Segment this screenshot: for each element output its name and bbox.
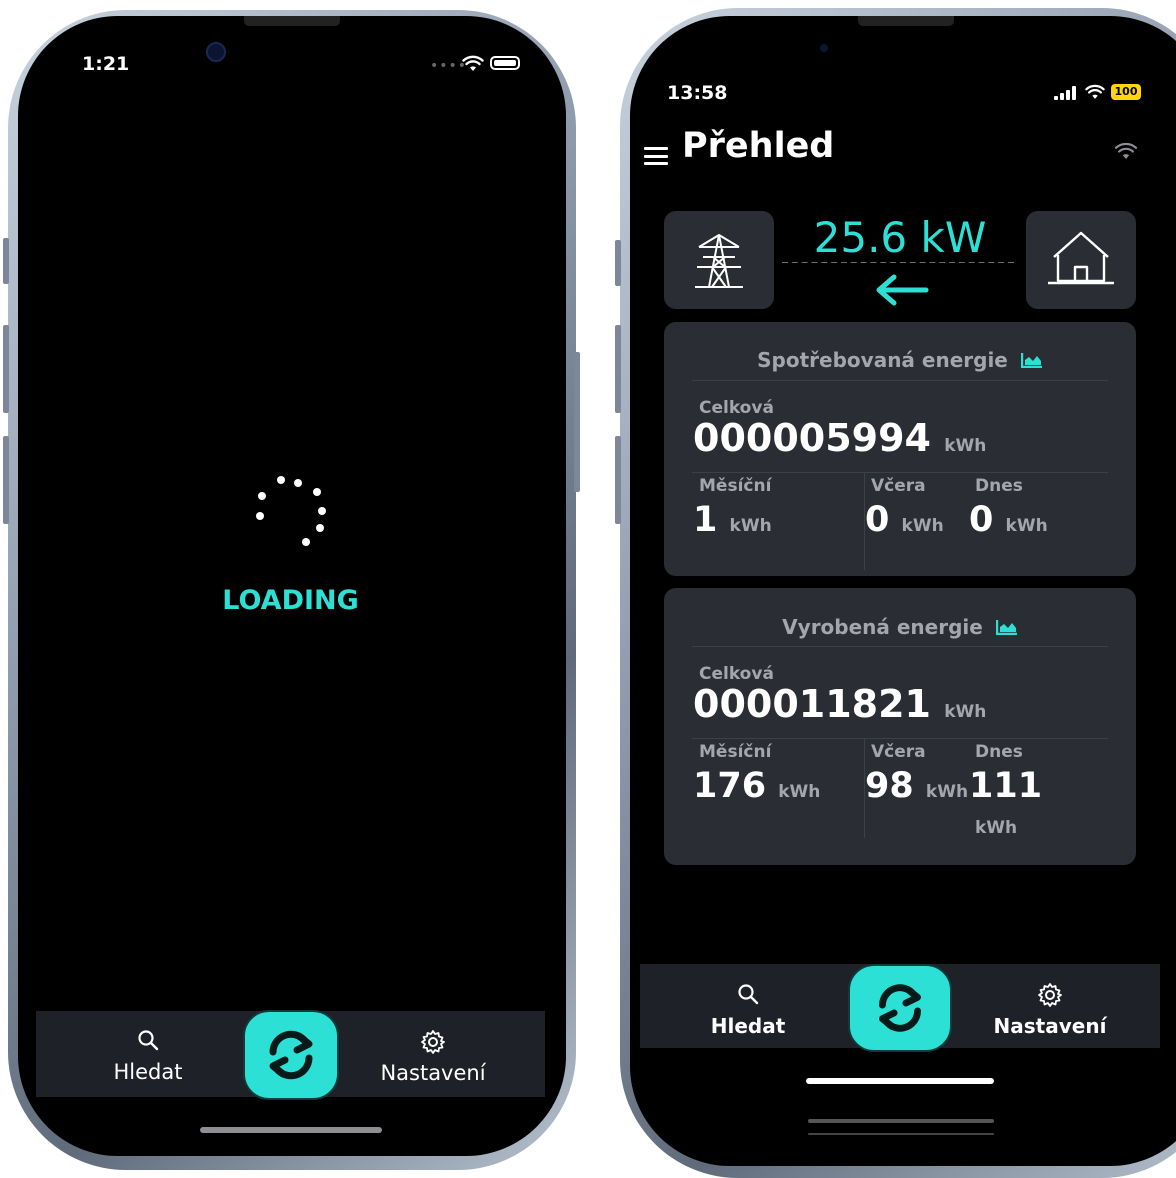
today-unit: kWh [975,818,1018,838]
left-phone-power-button [574,352,580,492]
search-icon [138,1030,159,1051]
today-label: Dnes [975,476,1023,496]
chart-icon[interactable] [995,619,1018,636]
sync-icon [269,1030,313,1080]
right-phone-screen: 13:58 100 Přehled 25.6 kW Spotřebovaná e… [630,16,1176,1166]
tab-search-label: Hledat [113,1060,183,1084]
left-phone-volume-up [3,325,9,413]
tab-settings-label: Nastavení [380,1061,486,1085]
front-camera [820,44,828,52]
card-divider [692,472,1108,473]
wifi-icon [462,55,484,71]
monthly-value: 176 kWh [693,766,821,806]
power-tower-icon [695,234,743,288]
yesterday-value: 0 kWh [865,500,944,540]
sync-icon [879,984,921,1032]
gear-icon [421,1030,445,1054]
cellular-signal-icon [1054,86,1076,100]
power-value: 25.6 kW [780,213,1020,262]
right-phone-silent-switch [615,240,621,286]
house-icon [1048,231,1114,285]
left-phone-screen: 1:21 •••• LOADING Hledat Nastavení [18,16,566,1156]
card-divider [692,646,1108,647]
battery-icon: 100 [1111,84,1141,100]
card-divider [692,380,1108,381]
total-label: Celková [699,664,774,684]
secondary-home-indicator-line [808,1133,994,1135]
connection-wifi-icon [1114,142,1138,159]
right-phone-volume-up [615,325,621,413]
today-label: Dnes [975,742,1023,762]
total-label: Celková [699,398,774,418]
tab-search-label: Hledat [710,1014,786,1038]
search-icon [738,984,759,1005]
page-title: Přehled [682,126,835,166]
today-value: 111 [969,766,1043,806]
home-indicator [200,1127,382,1133]
tab-settings-label: Nastavení [993,1014,1107,1038]
total-value: 000005994 kWh [693,416,987,460]
loading-text: LOADING [222,585,359,616]
status-time: 1:21 [82,53,130,75]
card-divider [692,738,1108,739]
home-indicator [806,1078,994,1084]
tab-search[interactable]: Hledat [698,983,798,1038]
tab-settings[interactable]: Nastavení [373,1029,493,1085]
secondary-home-indicator [808,1119,994,1123]
yesterday-label: Včera [871,742,926,762]
hamburger-menu-icon[interactable] [644,147,668,165]
tab-settings[interactable]: Nastavení [985,982,1115,1038]
sync-button[interactable] [848,964,952,1052]
left-phone-silent-switch [3,238,9,284]
total-value: 000011821 kWh [693,682,987,726]
speaker-grille [244,16,340,26]
grid-tile[interactable] [664,211,774,309]
wifi-icon [1085,84,1105,99]
produced-title: Vyrobená energie [782,615,983,639]
speaker-grille [858,16,954,26]
chart-icon[interactable] [1020,352,1043,369]
battery-icon [490,56,520,70]
consumed-title: Spotřebovaná energie [757,348,1008,372]
right-phone-volume-down [615,436,621,524]
monthly-label: Měsíční [699,476,772,496]
left-phone-volume-down [3,436,9,524]
produced-energy-card: Vyrobená energie Celková 000011821 kWh M… [664,588,1136,865]
status-time: 13:58 [667,82,728,104]
gear-icon [1038,983,1062,1007]
house-tile[interactable] [1026,211,1136,309]
front-camera [206,42,226,62]
monthly-value: 1 kWh [693,500,772,540]
today-value: 0 kWh [969,500,1048,540]
yesterday-label: Včera [871,476,926,496]
tab-search[interactable]: Hledat [98,1029,198,1084]
consumed-energy-card: Spotřebovaná energie Celková 000005994 k… [664,322,1136,576]
arrow-left-icon [876,274,929,306]
sync-button[interactable] [243,1010,339,1100]
monthly-label: Měsíční [699,742,772,762]
yesterday-value: 98 kWh [865,766,969,806]
loading-spinner [240,468,330,558]
